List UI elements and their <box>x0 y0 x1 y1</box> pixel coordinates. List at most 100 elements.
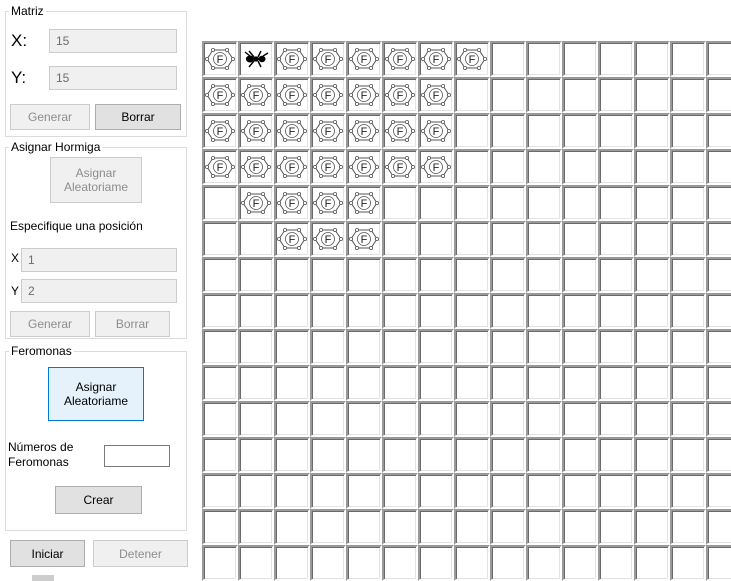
grid-cell[interactable] <box>310 293 346 329</box>
grid-cell[interactable] <box>418 545 454 581</box>
grid-cell[interactable]: F <box>346 185 382 221</box>
grid-cell[interactable] <box>382 473 418 509</box>
grid-cell[interactable]: F <box>310 41 346 77</box>
grid-cell[interactable] <box>274 473 310 509</box>
matriz-borrar-button[interactable]: Borrar <box>95 104 181 130</box>
grid-cell[interactable] <box>490 293 526 329</box>
grid-cell[interactable] <box>418 401 454 437</box>
grid-cell[interactable] <box>526 473 562 509</box>
grid-cell[interactable] <box>634 149 670 185</box>
grid-cell[interactable] <box>706 221 731 257</box>
grid-cell[interactable] <box>346 473 382 509</box>
grid-cell[interactable] <box>562 437 598 473</box>
hormiga-borrar-button[interactable]: Borrar <box>95 311 170 337</box>
grid-cell[interactable] <box>454 401 490 437</box>
grid-cell[interactable] <box>454 293 490 329</box>
grid-cell[interactable] <box>418 473 454 509</box>
grid-cell[interactable] <box>562 149 598 185</box>
grid-cell[interactable]: F <box>238 113 274 149</box>
grid-cell[interactable] <box>598 437 634 473</box>
grid-cell[interactable] <box>526 113 562 149</box>
hormiga-x-input[interactable]: 1 <box>21 248 177 272</box>
grid-cell[interactable] <box>598 41 634 77</box>
grid-cell[interactable] <box>274 329 310 365</box>
grid-cell[interactable] <box>598 509 634 545</box>
grid-cell[interactable] <box>274 509 310 545</box>
grid-cell[interactable] <box>202 365 238 401</box>
grid-cell[interactable]: F <box>454 41 490 77</box>
grid-cell[interactable] <box>418 365 454 401</box>
grid-cell[interactable] <box>634 293 670 329</box>
grid-cell[interactable] <box>706 149 731 185</box>
grid-cell[interactable] <box>598 113 634 149</box>
grid-cell[interactable] <box>562 77 598 113</box>
grid-cell[interactable] <box>418 437 454 473</box>
grid-cell[interactable] <box>598 473 634 509</box>
grid-cell[interactable] <box>382 437 418 473</box>
grid-cell[interactable] <box>490 257 526 293</box>
grid-cell[interactable] <box>526 221 562 257</box>
grid-cell[interactable] <box>202 257 238 293</box>
grid-cell[interactable] <box>706 365 731 401</box>
grid-cell[interactable] <box>634 257 670 293</box>
grid-cell[interactable]: F <box>346 77 382 113</box>
grid-cell[interactable] <box>202 473 238 509</box>
grid-cell[interactable] <box>310 473 346 509</box>
grid-cell[interactable] <box>382 293 418 329</box>
grid-cell[interactable] <box>310 545 346 581</box>
hormiga-generar-button[interactable]: Generar <box>10 311 90 337</box>
matriz-generar-button[interactable]: Generar <box>10 104 90 130</box>
grid-cell[interactable] <box>706 401 731 437</box>
iniciar-button[interactable]: Iniciar <box>10 540 85 567</box>
grid-cell[interactable]: F <box>382 77 418 113</box>
grid-cell[interactable] <box>670 509 706 545</box>
grid-cell[interactable] <box>346 437 382 473</box>
grid-cell[interactable] <box>634 185 670 221</box>
grid-cell[interactable] <box>670 77 706 113</box>
grid-cell[interactable] <box>706 329 731 365</box>
grid-cell[interactable]: F <box>202 41 238 77</box>
grid-cell[interactable] <box>706 77 731 113</box>
grid-cell[interactable] <box>454 437 490 473</box>
grid-cell[interactable] <box>382 257 418 293</box>
grid-cell[interactable] <box>454 77 490 113</box>
grid-cell[interactable]: F <box>274 221 310 257</box>
grid-cell[interactable] <box>202 437 238 473</box>
grid-cell[interactable] <box>382 545 418 581</box>
grid-cell[interactable] <box>670 257 706 293</box>
grid-cell[interactable] <box>454 221 490 257</box>
grid-cell[interactable]: F <box>418 113 454 149</box>
grid-cell[interactable]: F <box>418 41 454 77</box>
grid-cell[interactable]: F <box>274 113 310 149</box>
grid-cell[interactable] <box>634 365 670 401</box>
grid-cell[interactable] <box>490 185 526 221</box>
grid-cell[interactable] <box>706 113 731 149</box>
grid-cell[interactable] <box>526 149 562 185</box>
grid-cell[interactable] <box>562 221 598 257</box>
grid-cell[interactable] <box>670 293 706 329</box>
grid-cell[interactable] <box>562 113 598 149</box>
detener-button[interactable]: Detener <box>93 540 188 567</box>
grid-cell[interactable] <box>490 221 526 257</box>
grid-cell[interactable] <box>526 41 562 77</box>
grid-cell[interactable] <box>238 365 274 401</box>
grid-cell[interactable] <box>310 509 346 545</box>
grid-cell[interactable] <box>454 365 490 401</box>
grid-cell[interactable]: F <box>238 185 274 221</box>
grid-cell[interactable] <box>382 365 418 401</box>
grid-cell[interactable] <box>238 437 274 473</box>
grid-cell[interactable]: F <box>418 77 454 113</box>
grid-cell[interactable]: F <box>310 221 346 257</box>
grid-cell[interactable] <box>706 509 731 545</box>
grid-cell[interactable] <box>598 149 634 185</box>
grid-cell[interactable] <box>670 185 706 221</box>
grid-cell[interactable] <box>490 77 526 113</box>
grid-cell[interactable] <box>526 437 562 473</box>
grid-cell[interactable] <box>346 329 382 365</box>
grid-cell[interactable] <box>274 365 310 401</box>
grid-cell[interactable]: F <box>346 113 382 149</box>
grid-cell[interactable] <box>562 257 598 293</box>
grid-cell[interactable] <box>238 41 274 77</box>
grid-cell[interactable] <box>454 509 490 545</box>
grid-cell[interactable] <box>562 365 598 401</box>
